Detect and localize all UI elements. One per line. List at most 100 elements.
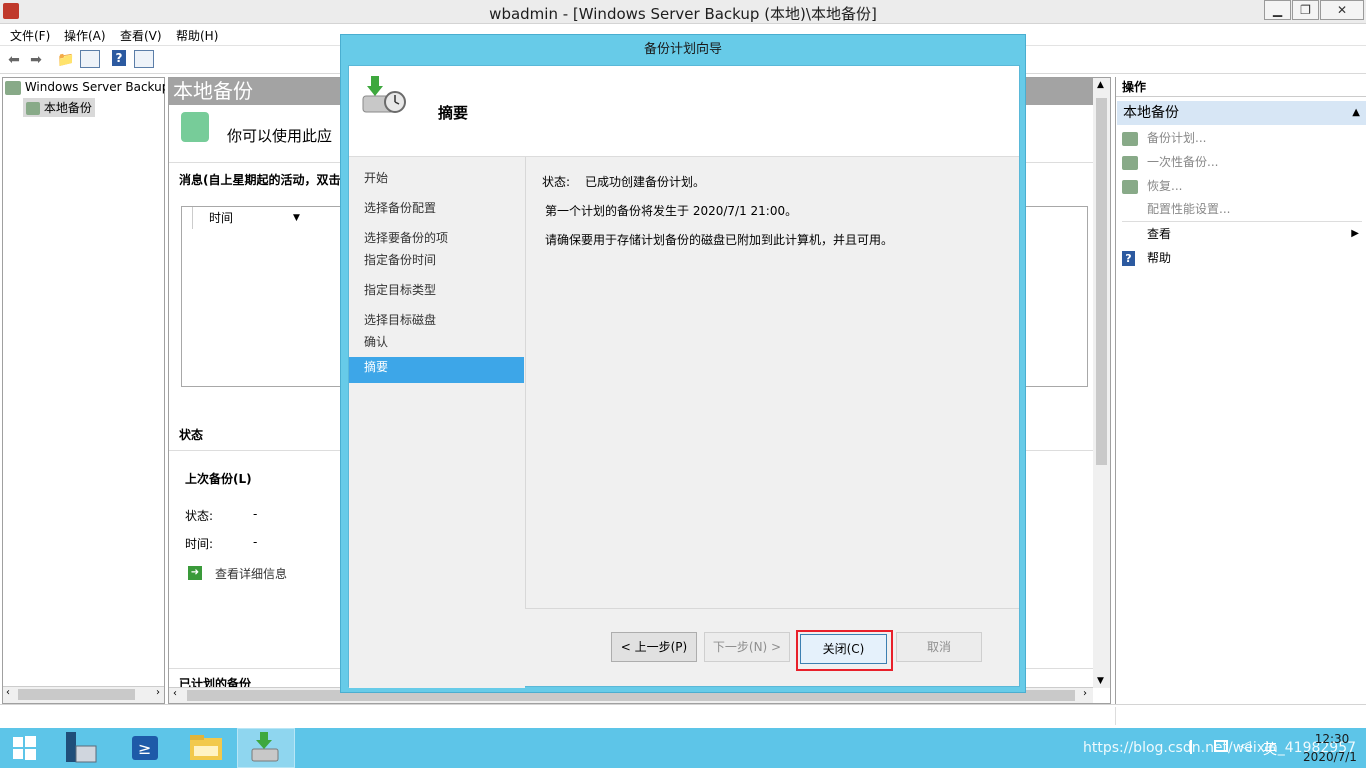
local-backup-icon — [26, 102, 40, 115]
menu-view[interactable]: 查看(V) — [120, 27, 162, 44]
minimize-button[interactable]: ▁ — [1264, 0, 1291, 20]
collapse-up-icon: ▲ — [1352, 107, 1360, 118]
menu-action[interactable]: 操作(A) — [64, 27, 106, 44]
tree-root[interactable]: Windows Server Backup — [5, 80, 165, 95]
back-arrow-icon[interactable]: ⬅ — [4, 50, 24, 70]
last-status-label: 状态: — [185, 509, 214, 523]
action-label: 备份计划... — [1147, 131, 1207, 145]
taskbar: ≥ https://blog.csdn.net/weixin_41982957 … — [0, 728, 1366, 768]
maximize-button[interactable]: ❐ — [1292, 0, 1319, 20]
start-button[interactable] — [0, 728, 48, 768]
action-label: 查看 — [1147, 227, 1172, 241]
view-details-link[interactable]: 查看详细信息 — [215, 565, 287, 582]
wizard-step[interactable]: 开始 — [364, 169, 388, 186]
tree-root-label: Windows Server Backup — [24, 80, 165, 94]
last-time-value: - — [253, 535, 258, 549]
menu-help[interactable]: 帮助(H) — [176, 27, 218, 44]
wizard-step-selected[interactable]: 摘要 — [349, 357, 524, 383]
submenu-arrow-icon: ▶ — [1351, 228, 1359, 239]
clock-time[interactable]: 12:30 — [1303, 732, 1361, 746]
flag-icon[interactable] — [1190, 740, 1202, 754]
windows-server-backup-taskbar-icon[interactable] — [237, 728, 295, 768]
server-backup-icon — [5, 80, 21, 95]
action-label: 帮助 — [1147, 251, 1172, 265]
recover-icon — [1122, 179, 1138, 194]
action-label: 恢复... — [1147, 179, 1183, 193]
action-label: 配置性能设置... — [1147, 202, 1231, 216]
wizard-steps-nav: 开始 选择备份配置 选择要备份的项 指定备份时间 指定目标类型 选择目标磁盘 确… — [349, 157, 525, 688]
up-folder-icon[interactable]: 📁 — [56, 50, 76, 70]
status-bar — [0, 704, 1366, 728]
action-backup-schedule[interactable]: 备份计划... — [1122, 127, 1362, 149]
actions-divider — [1122, 221, 1362, 222]
svg-text:≥: ≥ — [138, 739, 151, 758]
center-header-title: 本地备份 — [173, 79, 253, 103]
wizard-step-selected-label: 摘要 — [364, 360, 389, 374]
wizard-step[interactable]: 指定备份时间 — [364, 251, 436, 268]
actions-header-label: 操作 — [1122, 80, 1147, 94]
file-explorer-icon[interactable] — [182, 728, 230, 768]
forward-arrow-icon[interactable]: ➡ — [26, 50, 46, 70]
backup-schedule-wizard: 备份计划向导 摘要 开始 选择备份配置 选择要备份的项 指定备份时间 指定目标类… — [340, 34, 1026, 693]
show-action-pane-icon[interactable] — [134, 50, 154, 68]
summary-status-value: 已成功创建备份计划。 — [585, 175, 706, 189]
actions-section-header[interactable]: 本地备份 ▲ — [1117, 101, 1366, 125]
action-recover[interactable]: 恢复... — [1122, 175, 1362, 197]
wizard-step[interactable]: 确认 — [364, 333, 388, 350]
server-manager-icon[interactable] — [56, 728, 104, 768]
status-bar-divider — [1115, 707, 1116, 725]
close-button[interactable]: 关闭(C) — [800, 634, 887, 664]
help-icon[interactable]: ? — [112, 50, 126, 66]
schedule-icon — [1122, 131, 1138, 146]
sort-down-icon: ▼ — [293, 213, 300, 223]
action-label: 一次性备份... — [1147, 155, 1219, 169]
backup-wizard-icon — [181, 112, 209, 142]
status-heading: 状态 — [179, 428, 204, 442]
powershell-icon[interactable]: ≥ — [120, 728, 168, 768]
messages-column-header[interactable]: 时间 ▼ — [192, 207, 342, 229]
actions-header: 操作 — [1116, 77, 1366, 97]
window-title: wbadmin - [Windows Server Backup (本地)\本地… — [489, 5, 877, 23]
tree-horizontal-scrollbar[interactable]: ‹ › — [3, 686, 164, 703]
actions-pane: 操作 本地备份 ▲ 备份计划... 一次性备份... 恢复... 配置性能设置.… — [1115, 77, 1366, 704]
close-window-button[interactable]: ✕ — [1320, 0, 1364, 20]
last-backup-heading: 上次备份(L) — [185, 472, 252, 486]
tree-item-local-backup[interactable]: 本地备份 — [23, 98, 95, 117]
center-vertical-scrollbar[interactable]: ▲ ▼ — [1093, 78, 1110, 688]
summary-status-label: 状态: — [542, 175, 571, 189]
tree-child-label: 本地备份 — [43, 101, 92, 115]
wizard-step[interactable]: 选择备份配置 — [364, 199, 436, 216]
backup-schedule-icon — [361, 74, 407, 120]
action-view[interactable]: 查看 ▶ — [1122, 223, 1362, 245]
actions-section-label: 本地备份 — [1123, 105, 1179, 121]
ime-indicator[interactable]: 英 — [1263, 739, 1277, 759]
show-hide-tree-icon[interactable] — [80, 50, 100, 68]
once-backup-icon — [1122, 155, 1138, 170]
wizard-header: 摘要 — [349, 66, 1019, 157]
clock-date[interactable]: 2020/7/1 — [1295, 750, 1365, 764]
intro-text: 你可以使用此应 — [227, 127, 333, 145]
help-icon: ? — [1122, 251, 1135, 266]
speaker-icon[interactable]: ◁ — [1240, 738, 1251, 754]
action-once-backup[interactable]: 一次性备份... — [1122, 151, 1362, 173]
summary-line-2: 请确保要用于存储计划备份的磁盘已附加到此计算机，并且可用。 — [545, 233, 894, 247]
menu-file[interactable]: 文件(F) — [10, 27, 50, 44]
wizard-body: 摘要 开始 选择备份配置 选择要备份的项 指定备份时间 指定目标类型 选择目标磁… — [348, 65, 1020, 688]
network-icon[interactable] — [1214, 740, 1228, 752]
summary-line-1: 第一个计划的备份将发生于 2020/7/1 21:00。 — [545, 204, 798, 218]
cancel-button[interactable]: 取消 — [896, 632, 982, 662]
wizard-title: 备份计划向导 — [643, 42, 722, 57]
next-button[interactable]: 下一步(N) > — [704, 632, 790, 662]
action-help[interactable]: ? 帮助 — [1122, 247, 1362, 269]
messages-heading: 消息(自上星期起的活动，双击 — [179, 173, 341, 187]
last-status-value: - — [253, 507, 258, 521]
wizard-step[interactable]: 指定目标类型 — [364, 281, 436, 298]
tree-pane: Windows Server Backup 本地备份 ‹ › — [2, 77, 165, 704]
wizard-content: 状态: 已成功创建备份计划。 第一个计划的备份将发生于 2020/7/1 21:… — [525, 157, 1019, 609]
wizard-step[interactable]: 选择要备份的项 — [364, 229, 448, 246]
action-configure-performance[interactable]: 配置性能设置... — [1122, 198, 1362, 220]
window-title-bar: wbadmin - [Windows Server Backup (本地)\本地… — [0, 0, 1366, 24]
previous-button[interactable]: < 上一步(P) — [611, 632, 697, 662]
wizard-step[interactable]: 选择目标磁盘 — [364, 311, 436, 328]
wizard-page-title: 摘要 — [438, 104, 469, 122]
